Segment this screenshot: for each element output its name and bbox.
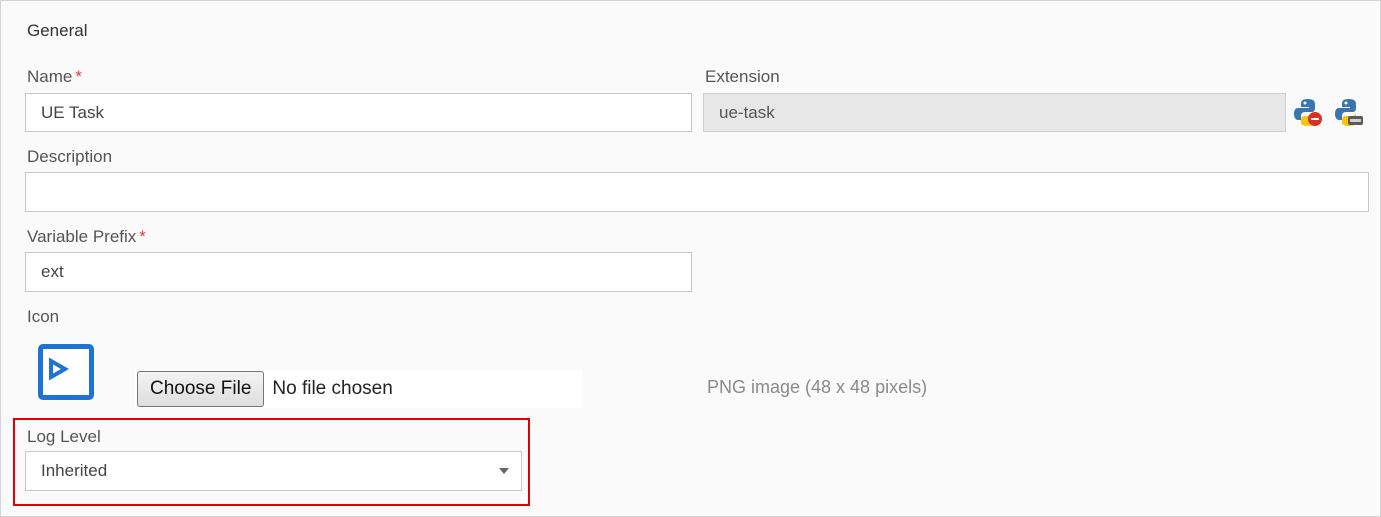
python-download-icon[interactable] (1334, 97, 1364, 127)
extension-input: ue-task (703, 93, 1286, 132)
file-status: No file chosen (272, 378, 393, 399)
log-level-select[interactable]: Inherited (25, 451, 522, 491)
description-input[interactable] (25, 172, 1369, 212)
icon-file-input[interactable]: Choose File No file chosen (135, 370, 583, 408)
variable-prefix-label-text: Variable Prefix (27, 227, 137, 246)
log-level-value: Inherited (41, 461, 108, 480)
choose-file-button[interactable]: Choose File (137, 371, 265, 407)
name-input-value: UE Task (41, 102, 104, 122)
icon-label: Icon (27, 307, 60, 326)
section-title: General (27, 21, 88, 40)
python-remove-icon[interactable] (1293, 97, 1323, 127)
name-required-marker: * (75, 67, 82, 86)
extension-label: Extension (705, 67, 780, 86)
variable-prefix-required-marker: * (139, 227, 146, 246)
extension-input-value: ue-task (719, 102, 775, 122)
icon-size-hint: PNG image (48 x 48 pixels) (707, 377, 928, 397)
name-input[interactable]: UE Task (25, 93, 692, 132)
variable-prefix-label: Variable Prefix * (27, 227, 146, 247)
name-label: Name * (27, 67, 82, 87)
log-level-label: Log Level (27, 427, 101, 446)
variable-prefix-input[interactable]: ext (25, 252, 692, 292)
terminal-prompt-icon (38, 344, 94, 400)
name-label-text: Name (27, 67, 73, 86)
variable-prefix-input-value: ext (41, 262, 64, 281)
description-label: Description (27, 147, 113, 166)
caret-down-icon (499, 468, 509, 474)
